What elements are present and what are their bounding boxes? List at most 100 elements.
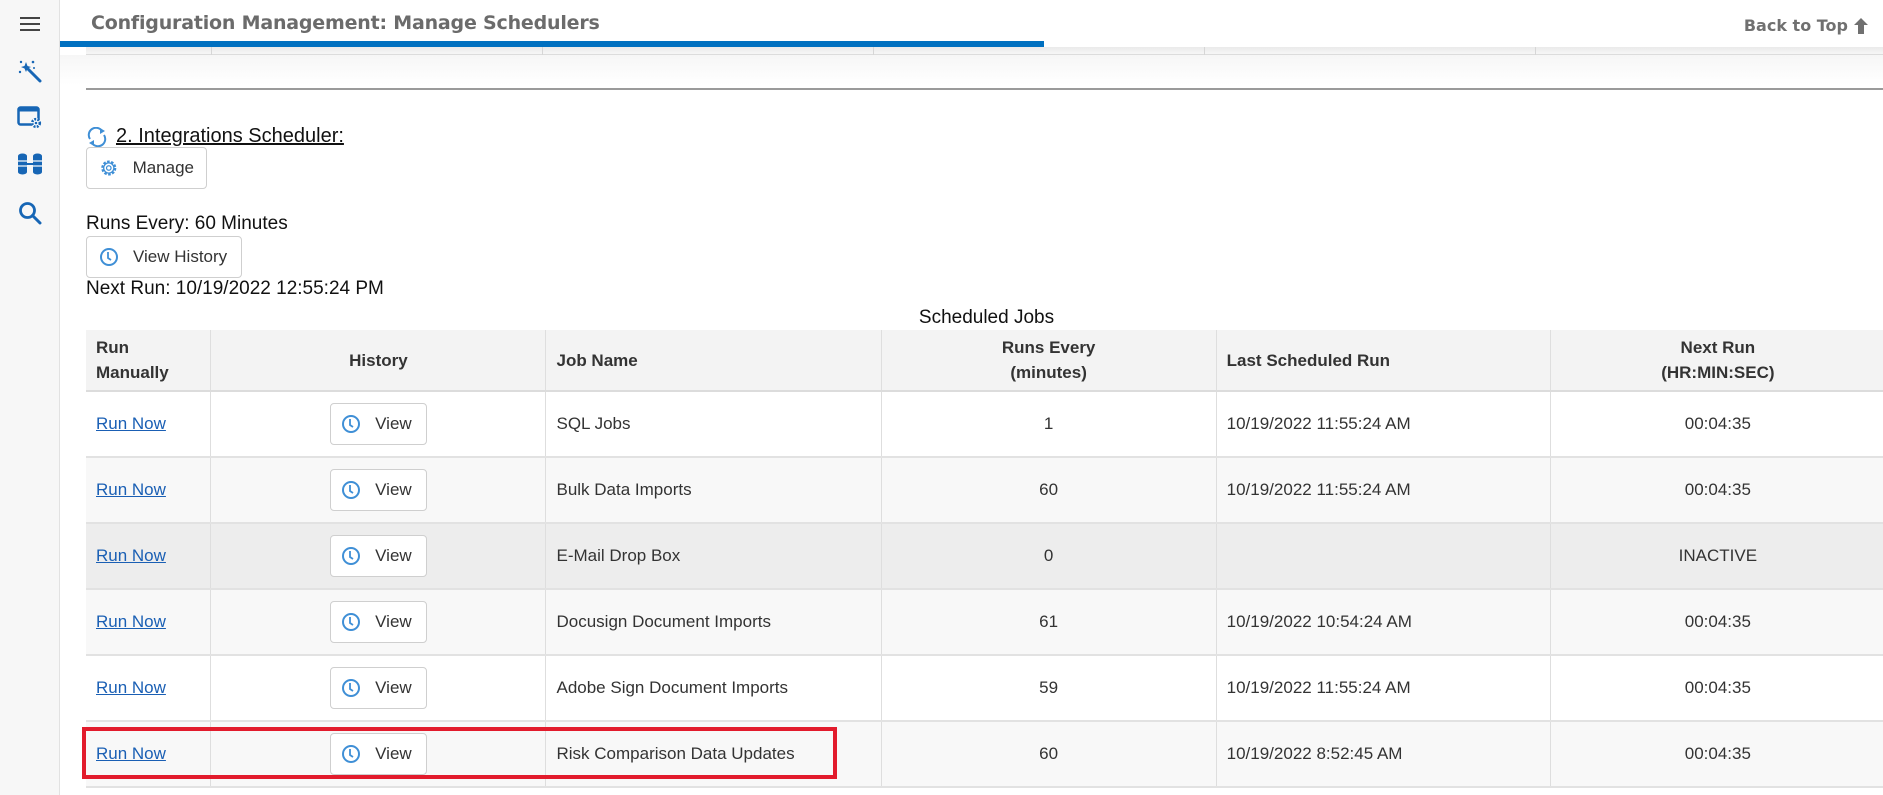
next-run-cell: 00:04:35 xyxy=(1550,457,1883,524)
clock-icon xyxy=(100,248,118,266)
history-cell: View xyxy=(210,391,547,458)
sidebar-item-wizard[interactable] xyxy=(0,53,60,89)
run-now-link[interactable]: Run Now xyxy=(96,612,166,631)
sidebar-item-configuration[interactable] xyxy=(0,99,60,135)
run-now-link[interactable]: Run Now xyxy=(96,546,166,565)
back-to-top-label: Back to Top xyxy=(1743,16,1848,35)
clock-icon xyxy=(342,745,361,763)
last-run-cell xyxy=(1216,523,1551,590)
run-cell: Run Now xyxy=(86,523,212,590)
run-cell: Run Now xyxy=(86,589,212,656)
last-run-cell: 10/19/2022 10:54:24 AM xyxy=(1216,589,1551,656)
next-run-cell: 00:04:35 xyxy=(1550,655,1883,722)
last-run-cell: 10/19/2022 11:55:24 AM xyxy=(1216,655,1551,722)
table-row: Run Now View Docusign Document Imports 6… xyxy=(86,589,1883,656)
search-icon xyxy=(19,202,42,225)
view-label: View xyxy=(375,546,412,565)
table-row: Run Now View E-Mail Drop Box 0 INACTIVE xyxy=(86,523,1883,590)
run-cell: Run Now xyxy=(86,721,212,788)
view-history-row-button[interactable]: View xyxy=(330,535,427,577)
last-run-cell: 10/19/2022 11:55:24 AM xyxy=(1216,457,1551,524)
sidebar-item-search[interactable] xyxy=(0,195,60,231)
manage-label: Manage xyxy=(132,158,194,177)
view-history-label: View History xyxy=(133,247,228,266)
view-label: View xyxy=(375,414,412,433)
clock-icon xyxy=(342,547,361,565)
previous-table-footer xyxy=(86,47,1883,55)
history-cell: View xyxy=(210,589,547,656)
run-now-link[interactable]: Run Now xyxy=(96,678,166,697)
view-label: View xyxy=(375,480,412,499)
runs-every-text: Runs Every: 60 Minutes xyxy=(86,213,288,234)
next-run-cell: INACTIVE xyxy=(1550,523,1883,590)
window-settings-icon xyxy=(17,106,42,129)
refresh-icon xyxy=(87,126,107,147)
header-history: History xyxy=(210,330,547,392)
header-run-manually-line2: Manually xyxy=(96,363,169,382)
history-cell: View xyxy=(210,721,547,788)
job-name-cell: Adobe Sign Document Imports xyxy=(545,655,882,722)
last-run-cell: 10/19/2022 8:52:45 AM xyxy=(1216,721,1551,788)
scheduler-heading: 2. Integrations Scheduler: xyxy=(86,125,344,148)
table-header-row: Run Manually History Job Name Runs Every… xyxy=(86,330,1883,392)
runs-every-cell: 59 xyxy=(881,655,1217,722)
content-shadow xyxy=(60,55,1883,85)
header-runs-every: Runs Every (minutes) xyxy=(881,330,1217,392)
table-row: Run Now View Bulk Data Imports 60 10/19/… xyxy=(86,457,1883,524)
history-cell: View xyxy=(210,655,547,722)
view-history-row-button[interactable]: View xyxy=(330,403,427,445)
next-run-text: Next Run: 10/19/2022 12:55:24 PM xyxy=(86,278,384,299)
history-cell: View xyxy=(210,523,547,590)
sidebar-menu-button[interactable] xyxy=(0,6,60,42)
view-history-row-button[interactable]: View xyxy=(330,601,427,643)
sidebar xyxy=(0,0,60,795)
job-name-cell: E-Mail Drop Box xyxy=(545,523,882,590)
runs-every-cell: 0 xyxy=(881,523,1217,590)
header-runs-every-line2: (minutes) xyxy=(1010,363,1087,382)
run-now-link[interactable]: Run Now xyxy=(96,480,166,499)
run-cell: Run Now xyxy=(86,655,212,722)
view-history-row-button[interactable]: View xyxy=(330,733,427,775)
clock-icon xyxy=(342,679,361,697)
gear-icon xyxy=(101,160,117,176)
header-job-name: Job Name xyxy=(545,330,882,392)
header-last-scheduled-run: Last Scheduled Run xyxy=(1216,330,1551,392)
view-history-row-button[interactable]: View xyxy=(330,469,427,511)
page-header: Configuration Management: Manage Schedul… xyxy=(60,0,1883,48)
job-name-cell: Risk Comparison Data Updates xyxy=(545,721,882,788)
page-title: Configuration Management: Manage Schedul… xyxy=(91,12,600,34)
runs-every-cell: 60 xyxy=(881,721,1217,788)
header-run-manually: Run Manually xyxy=(86,330,212,392)
back-to-top-link[interactable]: Back to Top xyxy=(1744,16,1868,35)
table-row: Run Now View Risk Comparison Data Update… xyxy=(86,721,1883,788)
runs-every-cell: 1 xyxy=(881,391,1217,458)
clock-icon xyxy=(342,415,361,433)
header-next-run-line2: (HR:MIN:SEC) xyxy=(1661,363,1775,382)
table-caption: Scheduled Jobs xyxy=(0,307,1883,329)
runs-every-cell: 60 xyxy=(881,457,1217,524)
scheduler-title-link[interactable]: 2. Integrations Scheduler: xyxy=(116,125,344,148)
view-label: View xyxy=(375,678,412,697)
table-row: Run Now View Adobe Sign Document Imports… xyxy=(86,655,1883,722)
view-label: View xyxy=(375,612,412,631)
next-run-cell: 00:04:35 xyxy=(1550,589,1883,656)
manage-button[interactable]: Manage xyxy=(86,147,207,189)
job-name-cell: Bulk Data Imports xyxy=(545,457,882,524)
menu-icon xyxy=(20,17,40,31)
header-run-manually-line1: Run xyxy=(96,338,130,357)
scheduled-jobs-caption: Scheduled Jobs xyxy=(918,307,1055,328)
sidebar-item-integrations[interactable] xyxy=(0,146,60,182)
run-now-link[interactable]: Run Now xyxy=(96,414,166,433)
table-row: Run Now View SQL Jobs 1 10/19/2022 11:55… xyxy=(86,391,1883,458)
view-label: View xyxy=(375,744,412,763)
view-history-row-button[interactable]: View xyxy=(330,667,427,709)
magic-wand-icon xyxy=(18,60,42,83)
view-history-button[interactable]: View History xyxy=(86,236,242,278)
header-runs-every-line1: Runs Every xyxy=(1001,338,1096,357)
run-now-link[interactable]: Run Now xyxy=(96,744,166,763)
run-cell: Run Now xyxy=(86,391,212,458)
clock-icon xyxy=(342,613,361,631)
header-next-run: Next Run (HR:MIN:SEC) xyxy=(1550,330,1883,392)
job-name-cell: SQL Jobs xyxy=(545,391,882,458)
last-run-cell: 10/19/2022 11:55:24 AM xyxy=(1216,391,1551,458)
